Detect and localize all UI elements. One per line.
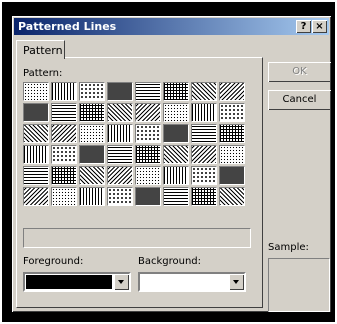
pattern-swatch[interactable] bbox=[23, 187, 49, 206]
pattern-label: Pattern: bbox=[23, 68, 63, 79]
pattern-swatch[interactable] bbox=[23, 145, 49, 164]
ok-button[interactable]: OK bbox=[268, 62, 331, 82]
pattern-swatch[interactable] bbox=[135, 124, 161, 143]
pattern-swatch[interactable] bbox=[107, 166, 133, 185]
pattern-swatch[interactable] bbox=[23, 166, 49, 185]
pattern-description-box bbox=[23, 228, 251, 248]
pattern-swatch[interactable] bbox=[191, 82, 217, 101]
foreground-color-dropdown[interactable] bbox=[23, 272, 131, 292]
pattern-swatch[interactable] bbox=[219, 166, 245, 185]
pattern-swatch[interactable] bbox=[23, 82, 49, 101]
pattern-swatch[interactable] bbox=[51, 82, 77, 101]
pattern-swatch[interactable] bbox=[51, 187, 77, 206]
pattern-swatch[interactable] bbox=[191, 124, 217, 143]
outer-frame: Patterned Lines ? × Pattern Pattern: For… bbox=[2, 2, 335, 322]
pattern-swatch[interactable] bbox=[163, 187, 189, 206]
pattern-swatch[interactable] bbox=[79, 187, 105, 206]
pattern-swatch[interactable] bbox=[219, 82, 245, 101]
pattern-swatch[interactable] bbox=[23, 103, 49, 122]
background-color-dropdown[interactable] bbox=[138, 272, 246, 292]
pattern-swatch[interactable] bbox=[163, 166, 189, 185]
pattern-swatch[interactable] bbox=[163, 82, 189, 101]
foreground-swatch bbox=[26, 275, 112, 289]
title-bar: Patterned Lines ? × bbox=[14, 18, 329, 35]
pattern-swatch[interactable] bbox=[79, 103, 105, 122]
pattern-swatch[interactable] bbox=[51, 145, 77, 164]
pattern-swatch[interactable] bbox=[107, 145, 133, 164]
pattern-swatch[interactable] bbox=[79, 82, 105, 101]
pattern-grid bbox=[23, 82, 251, 206]
pattern-swatch[interactable] bbox=[191, 187, 217, 206]
pattern-swatch[interactable] bbox=[191, 103, 217, 122]
pattern-swatch[interactable] bbox=[135, 166, 161, 185]
pattern-swatch[interactable] bbox=[163, 103, 189, 122]
pattern-swatch[interactable] bbox=[219, 124, 245, 143]
pattern-swatch[interactable] bbox=[107, 82, 133, 101]
sample-label: Sample: bbox=[268, 242, 309, 253]
pattern-swatch[interactable] bbox=[191, 166, 217, 185]
pattern-swatch[interactable] bbox=[79, 145, 105, 164]
pattern-swatch[interactable] bbox=[51, 166, 77, 185]
pattern-swatch[interactable] bbox=[79, 166, 105, 185]
pattern-swatch[interactable] bbox=[107, 187, 133, 206]
pattern-swatch[interactable] bbox=[135, 103, 161, 122]
background-swatch bbox=[141, 275, 227, 289]
pattern-swatch[interactable] bbox=[135, 145, 161, 164]
chevron-down-icon[interactable] bbox=[114, 274, 129, 290]
patterned-lines-dialog: Patterned Lines ? × Pattern Pattern: For… bbox=[12, 16, 331, 312]
pattern-swatch[interactable] bbox=[135, 82, 161, 101]
pattern-swatch[interactable] bbox=[163, 145, 189, 164]
pattern-swatch[interactable] bbox=[107, 124, 133, 143]
pattern-swatch[interactable] bbox=[163, 124, 189, 143]
cancel-button[interactable]: Cancel bbox=[268, 90, 331, 110]
tab-pattern-label: Pattern bbox=[23, 44, 63, 57]
background-label: Background: bbox=[138, 256, 202, 267]
pattern-swatch[interactable] bbox=[219, 187, 245, 206]
pattern-swatch[interactable] bbox=[23, 124, 49, 143]
pattern-swatch[interactable] bbox=[51, 103, 77, 122]
foreground-label: Foreground: bbox=[23, 256, 84, 267]
close-button[interactable]: × bbox=[312, 20, 327, 33]
pattern-swatch[interactable] bbox=[51, 124, 77, 143]
pattern-swatch[interactable] bbox=[191, 145, 217, 164]
pattern-swatch[interactable] bbox=[107, 103, 133, 122]
pattern-swatch[interactable] bbox=[135, 187, 161, 206]
pattern-swatch[interactable] bbox=[219, 145, 245, 164]
sample-preview bbox=[268, 258, 330, 312]
pattern-swatch[interactable] bbox=[219, 103, 245, 122]
window-title: Patterned Lines bbox=[18, 20, 117, 33]
pattern-swatch[interactable] bbox=[79, 124, 105, 143]
tab-pattern[interactable]: Pattern bbox=[16, 40, 65, 59]
chevron-down-icon[interactable] bbox=[229, 274, 244, 290]
pattern-panel: Pattern: Foreground: Background: bbox=[16, 57, 263, 308]
help-button[interactable]: ? bbox=[296, 20, 311, 33]
